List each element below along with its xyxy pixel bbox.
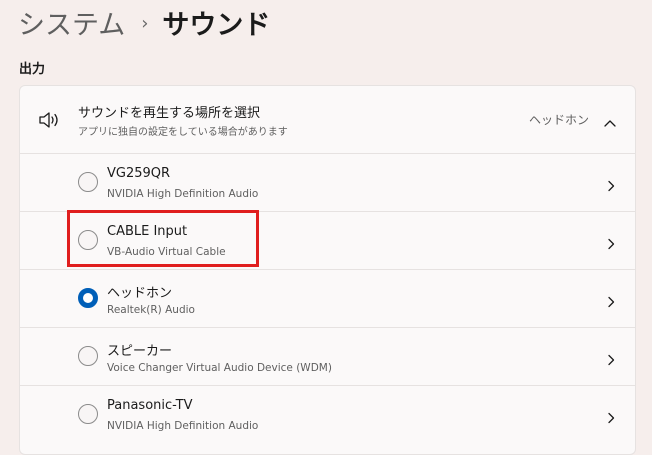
output-device-panel: サウンドを再生する場所を選択 アプリに独自の設定をしている場合があります ヘッド… [19, 85, 636, 455]
device-name: CABLE Input [107, 224, 188, 239]
output-section-title: 出力 [19, 62, 46, 77]
device-row-cable-input[interactable]: CABLE Input VB-Audio Virtual Cable [20, 212, 635, 270]
device-radio[interactable] [78, 404, 98, 424]
device-description: Realtek(R) Audio [107, 304, 195, 316]
device-radio[interactable] [78, 172, 98, 192]
chevron-right-icon[interactable] [607, 177, 615, 192]
device-row-headphones[interactable]: ヘッドホン Realtek(R) Audio [20, 270, 635, 328]
chevron-right-icon[interactable] [607, 351, 615, 366]
device-row-panasonic-tv[interactable]: Panasonic-TV NVIDIA High Definition Audi… [20, 386, 635, 444]
device-name: VG259QR [107, 166, 171, 181]
device-description: VB-Audio Virtual Cable [107, 246, 226, 258]
output-selector-title: サウンドを再生する場所を選択 [78, 106, 261, 121]
speaker-icon [38, 110, 62, 130]
output-device-selector-header[interactable]: サウンドを再生する場所を選択 アプリに独自の設定をしている場合があります ヘッド… [20, 86, 635, 154]
breadcrumb: システム › サウンド [18, 2, 270, 42]
output-selector-subtitle: アプリに独自の設定をしている場合があります [78, 127, 288, 138]
breadcrumb-parent-system[interactable]: システム [18, 3, 125, 42]
device-row-speakers[interactable]: スピーカー Voice Changer Virtual Audio Device… [20, 328, 635, 386]
breadcrumb-separator: › [141, 12, 149, 34]
device-radio-selected[interactable] [78, 288, 98, 308]
selected-output-device: ヘッドホン [528, 113, 589, 127]
chevron-right-icon[interactable] [607, 409, 615, 424]
device-name: スピーカー [107, 344, 173, 359]
device-description: Voice Changer Virtual Audio Device (WDM) [107, 362, 332, 374]
chevron-up-icon[interactable] [603, 113, 617, 127]
chevron-right-icon[interactable] [607, 293, 615, 308]
device-radio[interactable] [78, 346, 98, 366]
device-name: Panasonic-TV [107, 398, 193, 413]
device-description: NVIDIA High Definition Audio [107, 188, 259, 200]
device-radio[interactable] [78, 230, 98, 250]
device-row-vg259qr[interactable]: VG259QR NVIDIA High Definition Audio [20, 154, 635, 212]
device-name: ヘッドホン [107, 286, 173, 301]
chevron-right-icon[interactable] [607, 235, 615, 250]
device-description: NVIDIA High Definition Audio [107, 420, 259, 432]
page-title: サウンド [162, 9, 271, 41]
